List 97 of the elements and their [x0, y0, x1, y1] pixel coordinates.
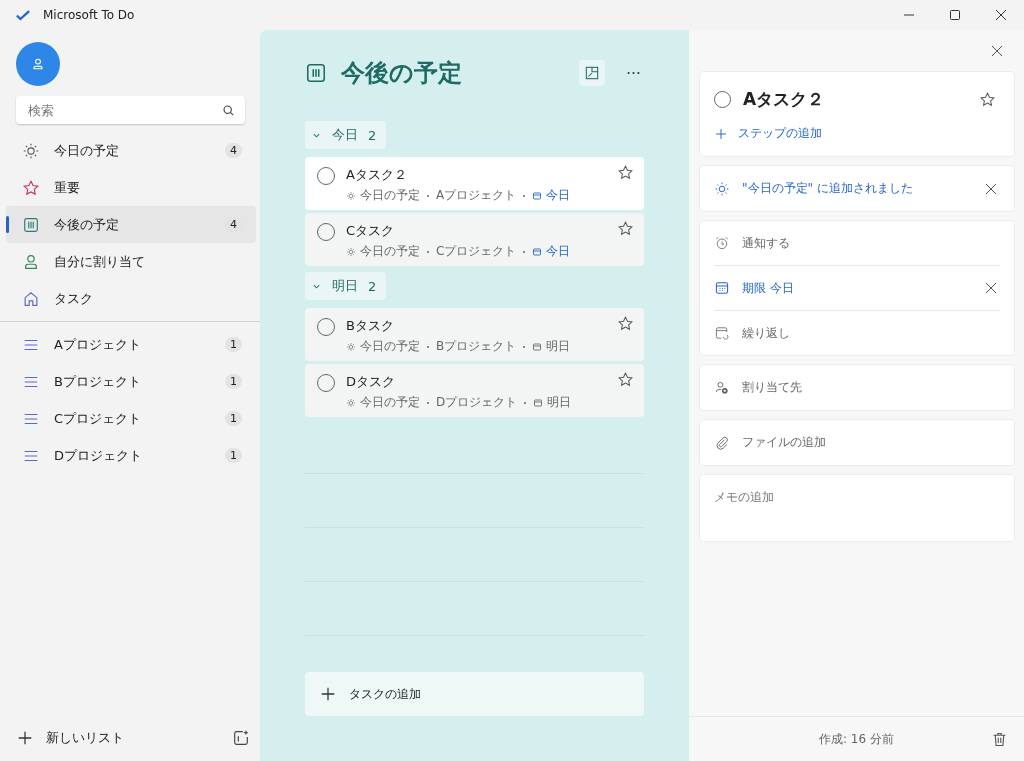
list-label: Aプロジェクト	[54, 335, 142, 354]
avatar[interactable]	[16, 42, 60, 86]
star-icon[interactable]	[617, 220, 634, 237]
option-row[interactable]: 期限 今日	[714, 265, 1000, 310]
star-icon[interactable]	[617, 315, 634, 332]
star-icon[interactable]	[979, 91, 996, 108]
calendar-repeat-icon	[714, 325, 730, 341]
sidebar-item[interactable]: 今日の予定 4	[6, 132, 256, 169]
list-label: Dプロジェクト	[54, 446, 143, 465]
note-field[interactable]: メモの追加	[700, 475, 1014, 541]
list-item[interactable]: Cプロジェクト 1	[6, 400, 256, 437]
list-name: Aプロジェクト	[436, 187, 517, 204]
task-item[interactable]: Cタスク 今日の予定 Cプロジェクト 今日	[305, 213, 644, 266]
window-title: Microsoft To Do	[43, 8, 135, 22]
search-icon	[222, 103, 235, 117]
person-add-icon	[714, 379, 730, 396]
new-list-button[interactable]: 新しいリスト	[16, 729, 124, 747]
task-title: Cタスク	[346, 223, 395, 238]
my-day-label: 今日の予定	[360, 394, 420, 411]
calendar-icon	[22, 215, 40, 234]
sidebar-item-label: 自分に割り当て	[54, 252, 146, 271]
assign-button[interactable]: 割り当て先	[700, 365, 1014, 410]
sun-icon	[22, 141, 40, 160]
count-badge: 1	[225, 448, 242, 463]
plus-icon	[319, 685, 337, 703]
task-item[interactable]: Bタスク 今日の予定 Bプロジェクト 明日	[305, 308, 644, 361]
close-icon[interactable]	[986, 183, 996, 194]
sun-icon	[346, 397, 356, 408]
sun-icon	[346, 190, 356, 201]
add-file-button[interactable]: ファイルの追加	[700, 420, 1014, 465]
task-title: Bタスク	[346, 318, 394, 333]
sidebar-item[interactable]: 重要	[6, 169, 256, 206]
picture-in-frame-icon	[585, 66, 599, 80]
list-item[interactable]: Dプロジェクト 1	[6, 437, 256, 474]
count-badge: 1	[225, 411, 242, 426]
list-label: Cプロジェクト	[54, 409, 143, 428]
created-time: 作成: 16 分前	[819, 730, 894, 748]
count-badge: 1	[225, 337, 242, 352]
option-row[interactable]: 通知する	[714, 221, 1000, 265]
plus-icon	[714, 126, 728, 141]
add-task-button[interactable]: タスクの追加	[305, 672, 644, 716]
paperclip-icon	[714, 434, 730, 451]
count-badge: 1	[225, 374, 242, 389]
due-date: 今日	[546, 243, 571, 260]
sidebar-item[interactable]: 今後の予定 4	[6, 206, 256, 243]
due-date: 明日	[547, 394, 572, 411]
person-icon	[30, 56, 46, 72]
sun-icon	[346, 246, 356, 257]
task-title: Dタスク	[346, 374, 395, 389]
suggestions-button[interactable]	[579, 60, 605, 86]
sidebar-item-label: 今後の予定	[54, 215, 120, 234]
more-options-icon[interactable]	[627, 71, 640, 75]
task-item[interactable]: Aタスク２ 今日の予定 Aプロジェクト 今日	[305, 157, 644, 210]
due-date: 明日	[546, 338, 571, 355]
home-icon	[22, 289, 40, 308]
checkmark-logo-icon	[16, 9, 30, 21]
list-name: Cプロジェクト	[436, 243, 517, 260]
count-badge: 4	[225, 143, 242, 158]
sun-icon	[346, 341, 356, 352]
plus-icon	[16, 729, 34, 747]
list-item[interactable]: Bプロジェクト 1	[6, 363, 256, 400]
calendar-icon	[305, 62, 327, 84]
list-item[interactable]: Aプロジェクト 1	[6, 326, 256, 363]
close-icon[interactable]	[986, 283, 996, 293]
list-label: Bプロジェクト	[54, 372, 142, 391]
trash-icon[interactable]	[991, 730, 1008, 748]
new-group-icon[interactable]	[232, 729, 250, 747]
task-title: Aタスク２	[346, 167, 407, 182]
calendar-icon	[714, 280, 730, 296]
option-row[interactable]: 繰り返し	[714, 310, 1000, 355]
task-title: Aタスク２	[743, 88, 826, 111]
star-icon[interactable]	[617, 371, 634, 388]
list-name: Bプロジェクト	[436, 338, 517, 355]
due-date: 今日	[546, 187, 571, 204]
sidebar-item[interactable]: タスク	[6, 280, 256, 317]
my-day-label: 今日の予定	[360, 187, 420, 204]
sun-icon	[714, 180, 730, 197]
my-day-label: 今日の予定	[360, 338, 420, 355]
task-item[interactable]: Dタスク 今日の予定 Dプロジェクト 明日	[305, 364, 644, 417]
star-icon[interactable]	[617, 164, 634, 181]
sidebar-item-label: 今日の予定	[54, 141, 120, 160]
alarm-clock-icon	[714, 235, 730, 251]
list-title: 今後の予定	[341, 58, 462, 89]
star-icon	[22, 178, 40, 197]
my-day-status: "今日の予定" に追加されました	[742, 180, 914, 197]
sidebar-item-label: 重要	[54, 178, 81, 197]
sidebar-item[interactable]: 自分に割り当て	[6, 243, 256, 280]
list-name: Dプロジェクト	[436, 394, 518, 411]
group-header[interactable]: 明日 2	[305, 272, 387, 300]
person-icon	[22, 252, 40, 271]
my-day-label: 今日の予定	[360, 243, 420, 260]
maximize-icon[interactable]	[950, 10, 960, 20]
add-step-button[interactable]: ステップの追加	[700, 119, 1014, 156]
sidebar-item-label: タスク	[54, 289, 94, 308]
group-header[interactable]: 今日 2	[305, 121, 387, 149]
close-icon[interactable]	[996, 10, 1006, 20]
close-icon[interactable]	[992, 46, 1002, 56]
